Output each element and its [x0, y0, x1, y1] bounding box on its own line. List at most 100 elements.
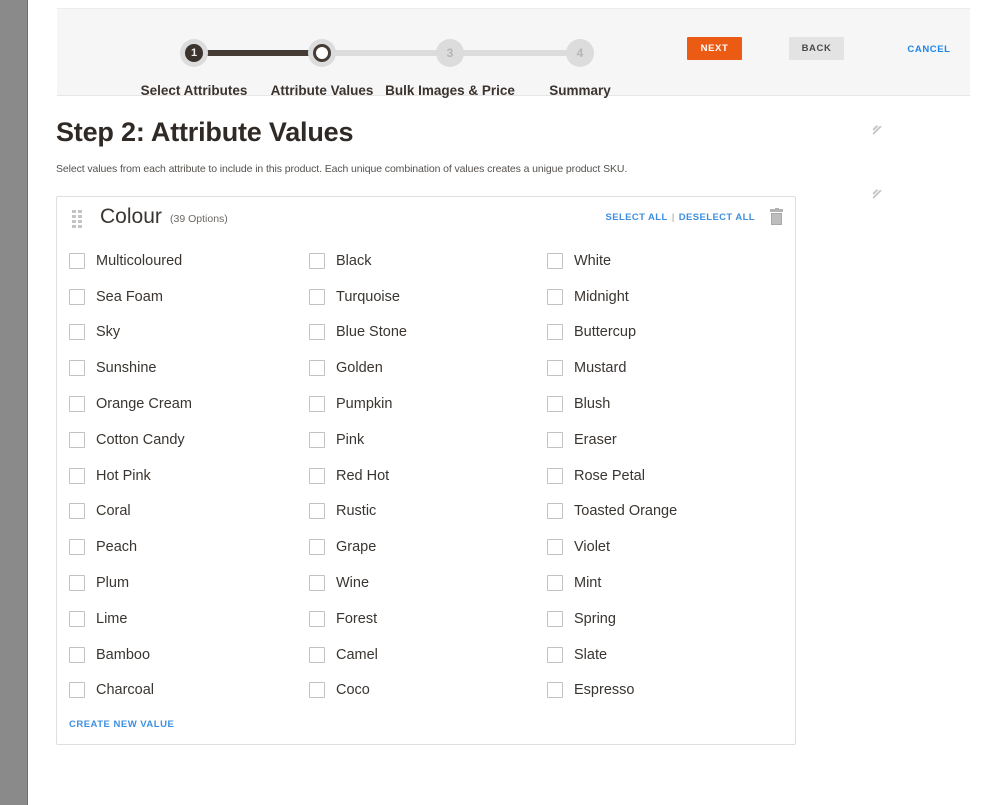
attribute-option-row[interactable]: Pink	[309, 422, 545, 458]
checkbox[interactable]	[309, 611, 325, 627]
attribute-option-row[interactable]: Hot Pink	[69, 458, 309, 494]
checkbox[interactable]	[547, 253, 563, 269]
checkbox[interactable]	[309, 682, 325, 698]
checkbox[interactable]	[309, 647, 325, 663]
checkbox[interactable]	[547, 324, 563, 340]
checkbox[interactable]	[309, 575, 325, 591]
attribute-option-row[interactable]: Buttercup	[547, 315, 783, 351]
select-all-link[interactable]: SELECT ALL	[605, 212, 667, 223]
attribute-option-row[interactable]: Camel	[309, 637, 545, 673]
next-button[interactable]: NEXT	[687, 37, 742, 60]
checkbox[interactable]	[69, 611, 85, 627]
attribute-option-row[interactable]: Plum	[69, 565, 309, 601]
attribute-option-row[interactable]: Espresso	[547, 673, 783, 709]
drag-handle-icon[interactable]	[72, 210, 84, 228]
resize-grip-icon-top[interactable]	[864, 122, 876, 134]
checkbox[interactable]	[547, 503, 563, 519]
attribute-option-label: Lime	[96, 611, 127, 627]
attribute-option-row[interactable]: Slate	[547, 637, 783, 673]
checkbox[interactable]	[69, 396, 85, 412]
checkbox[interactable]	[309, 360, 325, 376]
checkbox[interactable]	[309, 396, 325, 412]
attribute-option-row[interactable]: Charcoal	[69, 673, 309, 709]
checkbox[interactable]	[69, 682, 85, 698]
wizard-step-1-node[interactable]: 1	[180, 39, 208, 67]
checkbox[interactable]	[69, 647, 85, 663]
checkbox[interactable]	[309, 539, 325, 555]
attribute-option-row[interactable]: Black	[309, 243, 545, 279]
checkbox[interactable]	[69, 360, 85, 376]
wizard-step-2-label[interactable]: Attribute Values	[271, 83, 374, 98]
wizard-step-3-label[interactable]: Bulk Images & Price	[385, 83, 515, 98]
attribute-option-row[interactable]: Wine	[309, 565, 545, 601]
attribute-option-row[interactable]: Peach	[69, 529, 309, 565]
attribute-option-row[interactable]: Mint	[547, 565, 783, 601]
attribute-option-row[interactable]: Forest	[309, 601, 545, 637]
attribute-option-row[interactable]: Toasted Orange	[547, 494, 783, 530]
attribute-option-row[interactable]: Rustic	[309, 494, 545, 530]
attribute-option-row[interactable]: Sunshine	[69, 350, 309, 386]
attribute-option-row[interactable]: Bamboo	[69, 637, 309, 673]
checkbox[interactable]	[69, 253, 85, 269]
attribute-option-label: Black	[336, 253, 371, 269]
attribute-option-row[interactable]: Spring	[547, 601, 783, 637]
attribute-option-row[interactable]: Cotton Candy	[69, 422, 309, 458]
attribute-option-row[interactable]: Eraser	[547, 422, 783, 458]
wizard-step-3-node[interactable]: 3	[436, 39, 464, 67]
attribute-option-row[interactable]: Golden	[309, 350, 545, 386]
checkbox[interactable]	[547, 468, 563, 484]
attribute-option-row[interactable]: Coral	[69, 494, 309, 530]
wizard-step-4-node[interactable]: 4	[566, 39, 594, 67]
attribute-option-row[interactable]: Mustard	[547, 350, 783, 386]
checkbox[interactable]	[547, 575, 563, 591]
attribute-option-row[interactable]: Violet	[547, 529, 783, 565]
wizard-step-1-label[interactable]: Select Attributes	[141, 83, 248, 98]
attribute-option-row[interactable]: Multicoloured	[69, 243, 309, 279]
checkbox[interactable]	[309, 432, 325, 448]
checkbox[interactable]	[547, 611, 563, 627]
attribute-option-row[interactable]: Blue Stone	[309, 315, 545, 351]
attribute-options-column-1: MulticolouredSea FoamSkySunshineOrange C…	[69, 243, 309, 708]
checkbox[interactable]	[69, 468, 85, 484]
checkbox[interactable]	[69, 575, 85, 591]
attribute-option-row[interactable]: Sky	[69, 315, 309, 351]
checkbox[interactable]	[309, 253, 325, 269]
attribute-option-row[interactable]: Blush	[547, 386, 783, 422]
checkbox[interactable]	[309, 289, 325, 305]
checkbox[interactable]	[547, 539, 563, 555]
deselect-all-link[interactable]: DESELECT ALL	[679, 212, 755, 223]
checkbox[interactable]	[69, 289, 85, 305]
checkbox[interactable]	[309, 324, 325, 340]
checkbox[interactable]	[69, 539, 85, 555]
checkbox[interactable]	[69, 324, 85, 340]
checkbox[interactable]	[547, 289, 563, 305]
wizard-step-4-label[interactable]: Summary	[549, 83, 611, 98]
resize-grip-icon-bottom[interactable]	[864, 186, 876, 198]
attribute-header-actions: SELECT ALL|DESELECT ALL	[605, 212, 755, 223]
attribute-option-row[interactable]: Rose Petal	[547, 458, 783, 494]
attribute-option-row[interactable]: Orange Cream	[69, 386, 309, 422]
wizard-step-2-node[interactable]	[308, 39, 336, 67]
checkbox[interactable]	[547, 396, 563, 412]
attribute-option-row[interactable]: Lime	[69, 601, 309, 637]
checkbox[interactable]	[547, 682, 563, 698]
checkbox[interactable]	[309, 503, 325, 519]
checkbox[interactable]	[547, 432, 563, 448]
checkbox[interactable]	[547, 647, 563, 663]
back-button[interactable]: BACK	[789, 37, 844, 60]
cancel-button[interactable]: CANCEL	[897, 37, 961, 60]
checkbox[interactable]	[309, 468, 325, 484]
attribute-option-row[interactable]: White	[547, 243, 783, 279]
attribute-option-row[interactable]: Grape	[309, 529, 545, 565]
attribute-option-row[interactable]: Red Hot	[309, 458, 545, 494]
attribute-option-row[interactable]: Pumpkin	[309, 386, 545, 422]
attribute-option-row[interactable]: Midnight	[547, 279, 783, 315]
create-new-value-link[interactable]: CREATE NEW VALUE	[69, 719, 174, 730]
attribute-option-row[interactable]: Sea Foam	[69, 279, 309, 315]
attribute-option-row[interactable]: Coco	[309, 673, 545, 709]
trash-icon[interactable]	[770, 208, 783, 225]
checkbox[interactable]	[69, 503, 85, 519]
attribute-option-row[interactable]: Turquoise	[309, 279, 545, 315]
checkbox[interactable]	[69, 432, 85, 448]
checkbox[interactable]	[547, 360, 563, 376]
